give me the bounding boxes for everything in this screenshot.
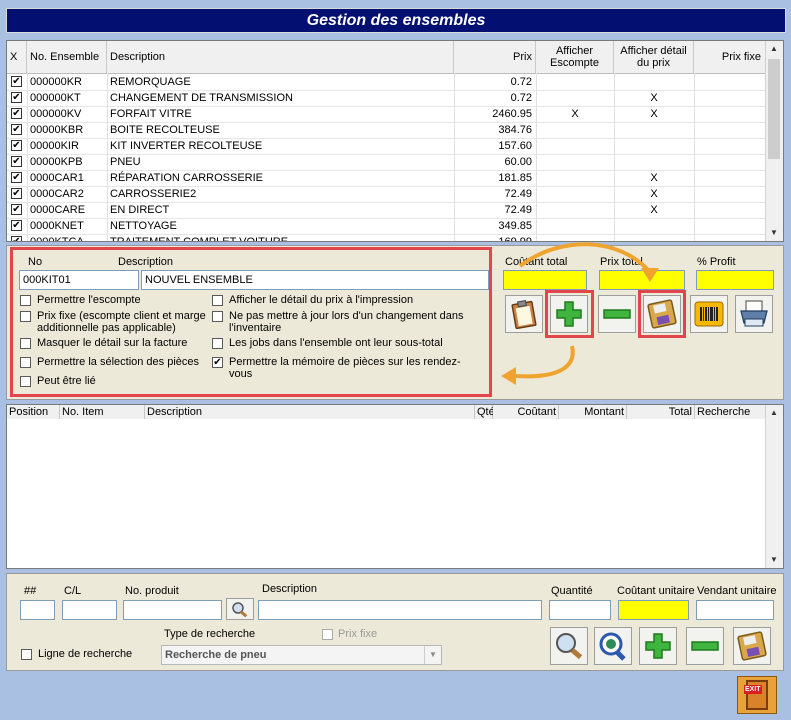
plus-icon xyxy=(645,633,671,659)
exit-button[interactable]: EXIT xyxy=(737,676,777,714)
cl-field[interactable] xyxy=(62,600,117,620)
cl-label: C/L xyxy=(64,585,82,597)
minus-icon xyxy=(691,641,719,651)
vendant-unitaire-field[interactable] xyxy=(696,600,774,620)
line-description-field[interactable] xyxy=(258,600,542,620)
items-col-description[interactable]: Description xyxy=(145,405,475,419)
items-col-qte[interactable]: Qté xyxy=(475,405,495,419)
items-grid[interactable]: Position No. Item Description Qté Coûtan… xyxy=(6,404,784,569)
items-col-total[interactable]: Total xyxy=(627,405,695,419)
remove-line-button[interactable] xyxy=(686,627,724,665)
type-recherche-label: Type de recherche xyxy=(164,628,256,640)
zoom-icon xyxy=(599,632,626,661)
floppy-save-icon xyxy=(737,631,767,661)
save-line-button[interactable] xyxy=(733,627,771,665)
magnifier-icon xyxy=(556,633,583,660)
door-icon: EXIT xyxy=(744,680,768,710)
items-col-coutant[interactable]: Coûtant xyxy=(493,405,559,419)
line-description-label: Description xyxy=(262,583,318,595)
coutant-unitaire-field[interactable] xyxy=(618,600,689,620)
add-line-button[interactable] xyxy=(639,627,677,665)
prix-fixe-label: Prix fixe xyxy=(338,628,378,640)
num-label: ## xyxy=(24,585,37,597)
quantite-field[interactable] xyxy=(549,600,611,620)
items-col-montant[interactable]: Montant xyxy=(559,405,627,419)
ligne-recherche-label: Ligne de recherche xyxy=(38,648,133,660)
item-zoom-button[interactable] xyxy=(594,627,632,665)
scroll-up-icon[interactable]: ▲ xyxy=(766,405,782,421)
magnifier-icon xyxy=(232,602,248,617)
items-col-no-item[interactable]: No. Item xyxy=(60,405,145,419)
chevron-down-icon[interactable]: ▼ xyxy=(424,646,441,664)
prix-fixe-checkbox[interactable] xyxy=(322,629,333,640)
produit-search-button[interactable] xyxy=(226,598,254,620)
scroll-down-icon[interactable]: ▼ xyxy=(766,552,782,568)
search-type-select[interactable]: Recherche de pneu ▼ xyxy=(161,645,442,665)
produit-field[interactable] xyxy=(123,600,222,620)
num-field[interactable] xyxy=(20,600,55,620)
quantite-label: Quantité xyxy=(551,585,593,597)
search-type-value: Recherche de pneu xyxy=(165,649,267,661)
vendant-unitaire-label: Vendant unitaire xyxy=(697,585,777,597)
item-lookup-button[interactable] xyxy=(550,627,588,665)
items-scrollbar[interactable]: ▲ ▼ xyxy=(765,405,783,568)
items-col-position[interactable]: Position xyxy=(7,405,60,419)
produit-label: No. produit xyxy=(125,585,179,597)
ligne-recherche-checkbox[interactable] xyxy=(21,649,32,660)
coutant-unitaire-label: Coûtant unitaire xyxy=(617,585,695,597)
items-col-recherche[interactable]: Recherche xyxy=(695,405,767,419)
exit-label: EXIT xyxy=(744,685,762,694)
